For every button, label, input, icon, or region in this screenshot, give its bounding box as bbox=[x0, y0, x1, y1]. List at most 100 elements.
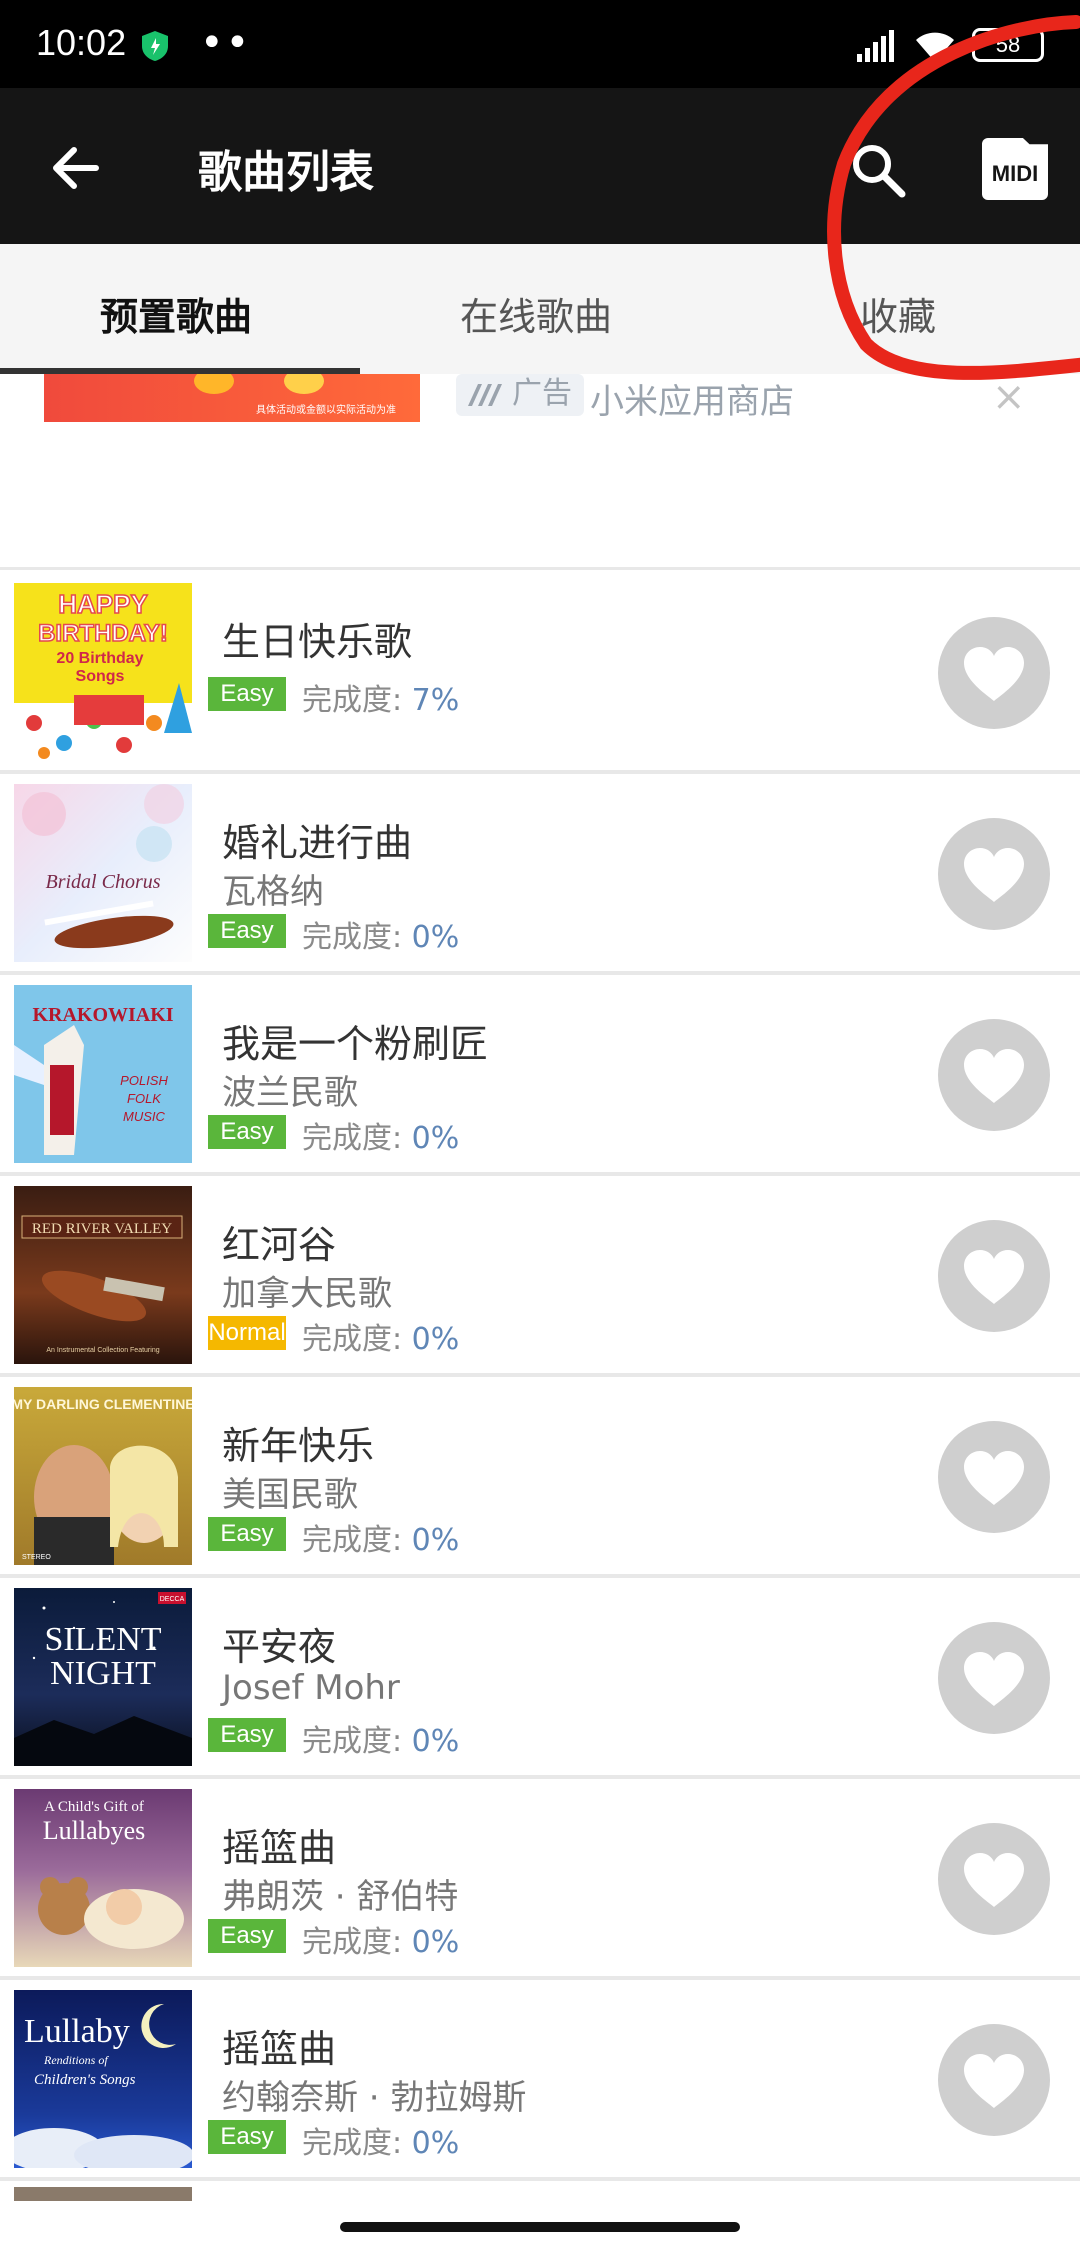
heart-icon bbox=[964, 647, 1024, 701]
favorite-button[interactable] bbox=[938, 1823, 1050, 1935]
svg-text:Lullaby: Lullaby bbox=[24, 2013, 130, 2050]
svg-text:Songs: Songs bbox=[76, 668, 125, 685]
ad-banner[interactable]: 具体活动或金额以实际活动为准 bbox=[44, 374, 420, 422]
annotation-circle bbox=[827, 15, 1080, 380]
song-title: 红河谷 bbox=[222, 1223, 337, 1267]
difficulty-badge: Easy bbox=[208, 677, 286, 711]
album-cover bbox=[14, 2187, 192, 2201]
difficulty-badge: Normal bbox=[208, 1316, 286, 1350]
svg-text:MUSIC: MUSIC bbox=[123, 1109, 166, 1124]
heart-icon bbox=[964, 1451, 1024, 1505]
song-artist: Josef Mohr bbox=[222, 1668, 400, 1708]
svg-text:MY DARLING CLEMENTINE: MY DARLING CLEMENTINE bbox=[14, 1396, 192, 1412]
ad-logo-icon bbox=[468, 384, 502, 406]
album-cover: A Child's Gift of Lullabyes bbox=[14, 1789, 192, 1967]
svg-text:20 Birthday: 20 Birthday bbox=[56, 650, 143, 667]
list-item[interactable]: Bridal Chorus 婚礼进行曲 瓦格纳 Easy 完成度: 0% bbox=[0, 774, 1080, 975]
svg-text:A Child's Gift of: A Child's Gift of bbox=[44, 1799, 144, 1815]
heart-icon bbox=[964, 1853, 1024, 1907]
progress-text: 完成度: 0% bbox=[302, 1322, 460, 1357]
album-cover: Bridal Chorus bbox=[14, 784, 192, 962]
heart-icon bbox=[964, 1250, 1024, 1304]
progress-text: 完成度: 0% bbox=[302, 920, 460, 955]
list-item[interactable]: Lullaby Renditions of Children's Songs 摇… bbox=[0, 1980, 1080, 2181]
difficulty-badge: Easy bbox=[208, 1718, 286, 1752]
heart-icon bbox=[964, 2054, 1024, 2108]
difficulty-badge: Easy bbox=[208, 1115, 286, 1149]
song-title: 生日快乐歌 bbox=[222, 620, 413, 664]
difficulty-badge: Easy bbox=[208, 914, 286, 948]
album-cover: DECCA SILENT NIGHT bbox=[14, 1588, 192, 1766]
back-arrow-icon[interactable] bbox=[46, 138, 106, 198]
progress-text: 完成度: 0% bbox=[302, 1121, 460, 1156]
svg-text:Bridal Chorus: Bridal Chorus bbox=[45, 871, 160, 893]
heart-icon bbox=[964, 1652, 1024, 1706]
list-item[interactable]: HAPPY BIRTHDAY! 20 Birthday Songs 生日快乐歌 … bbox=[0, 573, 1080, 774]
album-cover: Lullaby Renditions of Children's Songs bbox=[14, 1990, 192, 2168]
tab-preset-songs[interactable]: 预置歌曲 bbox=[100, 286, 252, 341]
ad-badge-label: 广告 bbox=[512, 376, 572, 411]
favorite-button[interactable] bbox=[938, 1019, 1050, 1131]
svg-text:SILENT: SILENT bbox=[44, 1621, 161, 1658]
song-title: 摇篮曲 bbox=[222, 2027, 337, 2071]
favorite-button[interactable] bbox=[938, 1421, 1050, 1533]
favorite-button[interactable] bbox=[938, 617, 1050, 729]
song-artist: 波兰民歌 bbox=[222, 1073, 358, 1113]
progress-text: 完成度: 0% bbox=[302, 1925, 460, 1960]
svg-text:HAPPY: HAPPY bbox=[58, 589, 148, 619]
progress-text: 完成度: 0% bbox=[302, 1724, 460, 1759]
difficulty-badge: Easy bbox=[208, 2120, 286, 2154]
song-title: 我是一个粉刷匠 bbox=[222, 1022, 489, 1066]
progress-text: 完成度: 0% bbox=[302, 1523, 460, 1558]
svg-text:DECCA: DECCA bbox=[160, 1596, 185, 1603]
ad-banner-text: 具体活动或金额以实际活动为准 bbox=[256, 405, 396, 416]
svg-text:STEREO: STEREO bbox=[22, 1554, 51, 1561]
progress-text: 完成度: 7% bbox=[302, 683, 460, 718]
song-title: 婚礼进行曲 bbox=[222, 821, 413, 865]
svg-text:FOLK: FOLK bbox=[127, 1091, 162, 1106]
list-item[interactable]: RED RIVER VALLEY An Instrumental Collect… bbox=[0, 1176, 1080, 1377]
favorite-button[interactable] bbox=[938, 1622, 1050, 1734]
heart-icon bbox=[964, 1049, 1024, 1103]
tab-online-songs[interactable]: 在线歌曲 bbox=[460, 286, 612, 341]
difficulty-badge: Easy bbox=[208, 1517, 286, 1551]
song-title: 摇篮曲 bbox=[222, 1826, 337, 1870]
song-artist: 加拿大民歌 bbox=[222, 1274, 392, 1314]
list-item[interactable]: MY DARLING CLEMENTINE STEREO 新年快乐 美国民歌 E… bbox=[0, 1377, 1080, 1578]
svg-text:POLISH: POLISH bbox=[120, 1073, 168, 1088]
song-title: 新年快乐 bbox=[222, 1424, 375, 1468]
progress-text: 完成度: 0% bbox=[302, 2126, 460, 2161]
page-title: 歌曲列表 bbox=[198, 147, 374, 198]
album-cover: HAPPY BIRTHDAY! 20 Birthday Songs bbox=[14, 583, 192, 761]
song-artist: 瓦格纳 bbox=[222, 872, 324, 912]
heart-icon bbox=[964, 848, 1024, 902]
shield-icon bbox=[142, 31, 168, 61]
ad-source: 小米应用商店 bbox=[590, 382, 794, 422]
difficulty-badge: Easy bbox=[208, 1919, 286, 1953]
svg-text:BIRTHDAY!: BIRTHDAY! bbox=[38, 620, 168, 647]
svg-text:RED RIVER VALLEY: RED RIVER VALLEY bbox=[32, 1221, 172, 1237]
song-artist: 美国民歌 bbox=[222, 1475, 358, 1515]
svg-text:KRAKOWIAKI: KRAKOWIAKI bbox=[32, 1004, 173, 1026]
list-item[interactable]: DECCA SILENT NIGHT 平安夜 Josef Mohr Easy 完… bbox=[0, 1578, 1080, 1779]
song-artist: 约翰奈斯 · 勃拉姆斯 bbox=[222, 2078, 527, 2118]
ad-area: 具体活动或金额以实际活动为准 广告 小米应用商店 × bbox=[0, 374, 1080, 570]
favorite-button[interactable] bbox=[938, 2024, 1050, 2136]
list-item[interactable]: KRAKOWIAKI POLISH FOLK MUSIC 我是一个粉刷匠 波兰民… bbox=[0, 975, 1080, 1176]
ad-badge: 广告 bbox=[456, 374, 584, 416]
song-title: 平安夜 bbox=[222, 1625, 337, 1669]
notification-dots-icon: •• bbox=[200, 20, 252, 66]
svg-text:Renditions of: Renditions of bbox=[43, 2053, 109, 2067]
favorite-button[interactable] bbox=[938, 1220, 1050, 1332]
favorite-button[interactable] bbox=[938, 818, 1050, 930]
song-artist: 弗朗茨 · 舒伯特 bbox=[222, 1877, 459, 1917]
svg-text:Lullabyes: Lullabyes bbox=[43, 1816, 146, 1845]
list-item[interactable]: A Child's Gift of Lullabyes 摇篮曲 弗朗茨 · 舒伯… bbox=[0, 1779, 1080, 1980]
svg-text:Children's Songs: Children's Songs bbox=[34, 2072, 136, 2088]
album-cover: KRAKOWIAKI POLISH FOLK MUSIC bbox=[14, 985, 192, 1163]
home-indicator[interactable] bbox=[340, 2222, 740, 2232]
song-list: HAPPY BIRTHDAY! 20 Birthday Songs 生日快乐歌 … bbox=[0, 573, 1080, 2211]
svg-text:NIGHT: NIGHT bbox=[50, 1655, 156, 1692]
list-item-partial bbox=[0, 2181, 1080, 2211]
album-cover: MY DARLING CLEMENTINE STEREO bbox=[14, 1387, 192, 1565]
